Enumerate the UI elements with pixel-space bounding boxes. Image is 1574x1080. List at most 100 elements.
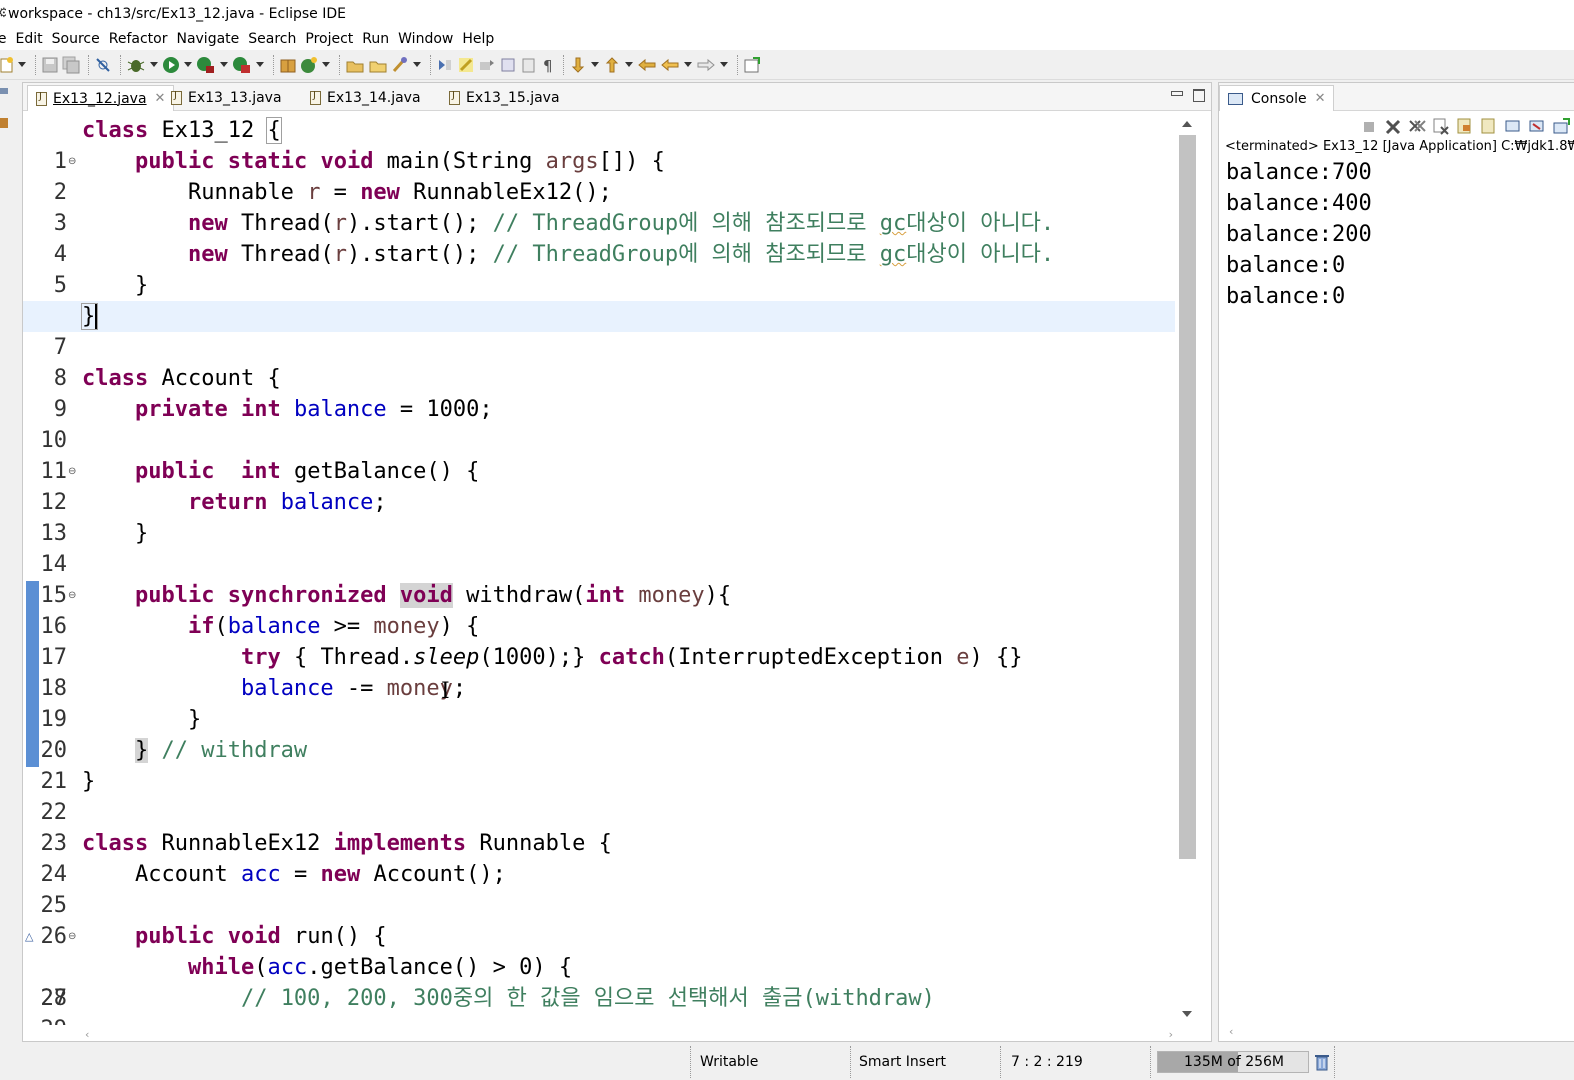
code-line: 25 Account acc = new Account(); (40, 862, 506, 918)
code-line: 10 private int balance = 1000; (40, 397, 493, 453)
debug-dropdown-icon[interactable] (149, 55, 158, 75)
open-task-icon[interactable] (368, 55, 388, 75)
search-dropdown-icon[interactable] (412, 55, 421, 75)
external-tools-icon[interactable] (232, 55, 252, 75)
overview-ruler[interactable] (1199, 113, 1211, 1025)
menu-project[interactable]: Project (305, 31, 353, 47)
coverage-dropdown-icon[interactable] (219, 55, 228, 75)
tab-ex13-13[interactable]: Ex13_13.java (163, 85, 290, 111)
code-line: 28 while(acc.getBalance() > 0) { (40, 955, 573, 1011)
mark-occurrences-icon[interactable] (457, 55, 475, 75)
forward-dropdown-icon[interactable] (719, 55, 728, 75)
menu-run[interactable]: Run (362, 31, 389, 47)
menu-source[interactable]: Source (52, 31, 100, 47)
coverage-icon[interactable] (196, 55, 216, 75)
previous-annotation-icon[interactable] (603, 55, 621, 75)
open-console-icon[interactable] (1551, 117, 1571, 135)
menu-search[interactable]: Search (248, 31, 296, 47)
menu-edit[interactable]: Edit (16, 31, 43, 47)
forward-icon[interactable] (696, 55, 716, 75)
cursor-position[interactable]: 7 : 2 : 219 (1011, 1050, 1083, 1074)
scroll-up-icon[interactable] (1182, 119, 1192, 129)
new-class-dropdown-icon[interactable] (321, 55, 330, 75)
code-line: 11 (40, 459, 68, 484)
main-toolbar: ¶ (0, 50, 1574, 80)
fold-collapse-icon[interactable]: ⊖ (68, 580, 76, 611)
menu-file[interactable]: le (0, 31, 7, 47)
maximize-icon[interactable] (1191, 87, 1205, 102)
remove-all-terminated-icon[interactable] (1407, 117, 1427, 135)
current-code-line: 7 } (23, 301, 1175, 360)
next-annotation-dropdown-icon[interactable] (590, 55, 599, 75)
horizontal-scrollbar[interactable]: ‹ › (83, 1025, 1175, 1041)
new-icon[interactable] (0, 55, 14, 75)
java-file-icon (449, 90, 460, 105)
insert-mode-status[interactable]: Smart Insert (859, 1050, 946, 1074)
pin-console-icon[interactable] (1503, 117, 1523, 135)
code-area[interactable]: 1 class Ex13_12 { 2 ⊖ public static void… (23, 113, 1175, 1025)
debug-icon[interactable] (126, 55, 146, 75)
save-all-icon[interactable] (62, 55, 80, 75)
toggle-breadcrumb-icon[interactable] (436, 55, 454, 75)
save-icon[interactable] (41, 55, 59, 75)
skip-breakpoints-icon[interactable] (94, 55, 112, 75)
scroll-lock-icon[interactable] (1455, 117, 1475, 135)
menu-refactor[interactable]: Refactor (109, 31, 168, 47)
tab-console[interactable]: Console ✕ (1219, 85, 1335, 111)
menu-window[interactable]: Window (398, 31, 453, 47)
run-dropdown-icon[interactable] (183, 55, 192, 75)
back-icon[interactable] (660, 55, 680, 75)
code-line: 16 ⊖ public synchronized void withdraw(i… (23, 580, 1175, 639)
tab-ex13-15[interactable]: Ex13_15.java (441, 85, 568, 111)
new-dropdown-icon[interactable] (17, 55, 26, 75)
show-whitespace-icon[interactable] (520, 55, 538, 75)
scroll-left-icon[interactable]: ‹ (85, 1028, 89, 1041)
remove-launch-icon[interactable] (1383, 117, 1403, 135)
vertical-scrollbar[interactable] (1175, 113, 1199, 1025)
minimize-icon[interactable] (1169, 87, 1183, 101)
scroll-right-icon[interactable]: › (1169, 1028, 1173, 1041)
terminate-icon[interactable] (1359, 117, 1379, 135)
scrollbar-thumb[interactable] (1179, 135, 1196, 859)
menu-navigate[interactable]: Navigate (176, 31, 239, 47)
code-line: 21 } // withdraw (40, 738, 308, 794)
previous-annotation-dropdown-icon[interactable] (624, 55, 633, 75)
new-java-class-icon[interactable] (300, 55, 318, 75)
eclipse-logo-icon: ⚙ (0, 7, 6, 21)
heap-status[interactable]: 135M of 256M (1157, 1051, 1309, 1073)
open-perspective-icon[interactable] (743, 55, 761, 75)
garbage-collect-icon[interactable] (1314, 1053, 1330, 1071)
tab-ex13-12[interactable]: Ex13_12.java ✕ (27, 85, 175, 111)
new-java-package-icon[interactable] (279, 55, 297, 75)
fold-collapse-icon[interactable]: ⊖ (68, 456, 76, 487)
code-line: 17 if(balance >= money) { (40, 614, 480, 670)
external-tools-dropdown-icon[interactable] (255, 55, 264, 75)
next-annotation-icon[interactable] (569, 55, 587, 75)
close-tab-icon[interactable]: ✕ (1315, 91, 1326, 106)
writable-status: Writable (700, 1054, 759, 1070)
search-icon[interactable] (391, 55, 409, 75)
open-type-icon[interactable] (345, 55, 365, 75)
code-line: 5 new Thread(r).start(); // ThreadGroup에… (53, 242, 1055, 298)
run-icon[interactable] (162, 55, 180, 75)
scroll-down-icon[interactable] (1182, 1009, 1192, 1019)
svg-text:¶: ¶ (543, 57, 553, 74)
menu-help[interactable]: Help (462, 31, 494, 47)
clear-console-icon[interactable] (1431, 117, 1451, 135)
fold-collapse-icon[interactable]: ⊖ (68, 921, 76, 952)
display-selected-console-icon[interactable] (1527, 117, 1547, 135)
pilcrow-icon[interactable]: ¶ (541, 55, 555, 75)
tab-ex13-14[interactable]: Ex13_14.java (302, 85, 429, 111)
fold-collapse-icon[interactable]: ⊖ (68, 146, 76, 177)
code-line: 8 (53, 366, 67, 391)
code-line: 18 try { Thread.sleep(1000);} catch(Inte… (40, 645, 1023, 701)
scroll-left-icon[interactable]: ‹ (1229, 1025, 1233, 1038)
back-dropdown-icon[interactable] (683, 55, 692, 75)
java-file-icon (36, 91, 47, 106)
block-selection-icon[interactable] (478, 55, 496, 75)
word-wrap-icon[interactable] (499, 55, 517, 75)
code-line: 20 } (40, 707, 202, 763)
last-edit-location-icon[interactable] (637, 55, 657, 75)
code-line: 22 } (40, 769, 96, 825)
word-wrap-icon[interactable] (1479, 117, 1499, 135)
